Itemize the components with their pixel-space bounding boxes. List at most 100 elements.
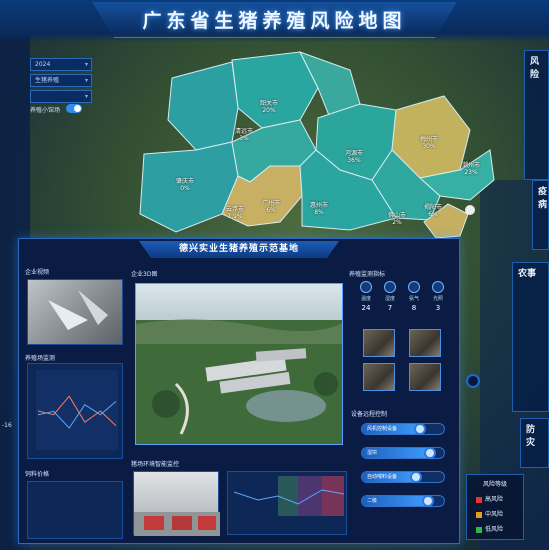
map-label-pct: 3% (239, 135, 249, 142)
map-label-pct: 8% (314, 209, 324, 216)
legend-item-high: 高风险 (476, 494, 523, 503)
panel-risk: 风险 (524, 50, 549, 180)
map-label-zhaoqing[interactable]: 肇庆市 0% (176, 178, 194, 192)
panel-disaster-title: 防灾 (526, 425, 536, 448)
slider-knob[interactable] (422, 495, 435, 507)
type-value: 生猪养殖 (35, 77, 60, 84)
map-label-foshan[interactable]: 佛山市 2% (388, 212, 406, 226)
map-label-qingyuan[interactable]: 清远市 3% (235, 128, 253, 142)
chevron-down-icon: ▾ (84, 77, 88, 84)
map-label-huizhou[interactable]: 惠州市 8% (310, 202, 328, 216)
map-label-shaoguan[interactable]: 韶关市 20% (260, 100, 278, 114)
year-value: 2024 (35, 61, 51, 68)
map-label-name: 韶关市 (260, 100, 279, 107)
locate-icon[interactable] (466, 374, 480, 388)
slider-label: 二级 (367, 498, 378, 504)
map-label-pct: 0% (180, 185, 190, 192)
legend-label: 中风险 (485, 511, 504, 518)
map-label-guangzhou[interactable]: 广州市 6% (262, 200, 280, 214)
legend-swatch (476, 511, 482, 518)
farm-aerial-photo[interactable] (135, 283, 343, 445)
map-label-name: 清远市 (235, 128, 254, 135)
aerial-image (136, 284, 342, 444)
map-label-pct: 20% (262, 107, 276, 114)
trend-chart (36, 370, 118, 450)
map-label-meizhou[interactable]: 梅州市 30% (420, 136, 438, 150)
stat-temp: 温度 24 (355, 281, 377, 312)
legend-item-mid: 中风险 (476, 509, 523, 518)
stat-value: 8 (411, 304, 417, 312)
sales-panel (27, 481, 123, 539)
toggle-label: 养殖小馆场 (30, 107, 61, 114)
type-select[interactable]: 生猪养殖 ▾ (30, 74, 92, 87)
map-label-jieyang[interactable]: 揭阳市 6% (424, 204, 442, 218)
stat-label: 湿度 (384, 296, 395, 302)
price-chart-panel (227, 471, 347, 535)
pig-camera-4[interactable] (409, 363, 441, 391)
slider-label: 风机控制设备 (367, 426, 398, 432)
droplet-icon (384, 281, 396, 293)
section-ctrl: 设备远程控制 (351, 411, 388, 418)
price-chart (233, 476, 345, 516)
barn-image (134, 512, 220, 536)
panel-farming-title: 农事 (518, 269, 537, 279)
map-label-name: 惠州市 (310, 202, 329, 209)
legend-title: 风险等级 (482, 481, 507, 488)
map-label-chaozhou[interactable]: 潮州市 23% (462, 162, 480, 176)
map-label-pct: 30% (422, 143, 436, 150)
stat-ammonia: 氨气 8 (403, 281, 425, 312)
slider-knob[interactable] (424, 447, 436, 459)
panel-disease-title: 疫病 (538, 187, 548, 210)
toggle-knob (74, 105, 81, 112)
device-slider-4[interactable]: 二级 (361, 495, 445, 507)
map-label-pct: 36% (347, 157, 361, 164)
map-label-name: 梅州市 (420, 136, 439, 143)
video-frame (48, 290, 108, 330)
stat-value: 3 (435, 304, 441, 312)
map-label-pct: 6% (266, 207, 276, 214)
map-label-name: 潮州市 (462, 162, 481, 169)
map-label-pct: 2% (392, 219, 402, 226)
map-label-name: 肇庆市 (176, 178, 195, 185)
map-label-name: 云浮市 (226, 206, 245, 213)
map-label-name: 揭阳市 (424, 204, 443, 211)
region-select[interactable]: ▾ (30, 90, 92, 103)
panel-disaster: 防灾 (520, 418, 549, 468)
section-monitor: 猪场环境智能监控 (131, 461, 180, 468)
map-label-pct: 23% (464, 169, 478, 176)
dashboard-title: 德兴实业生猪养殖示范基地 (139, 241, 339, 258)
map-label-name: 河源市 (345, 150, 364, 157)
map-label-heyuan[interactable]: 河源市 36% (345, 150, 363, 164)
device-slider-3[interactable]: 自动喂料设备 (361, 471, 445, 483)
barn-camera[interactable] (133, 471, 220, 536)
farm-toggle[interactable] (66, 104, 82, 113)
map-label-name: 广州市 (262, 200, 281, 207)
device-slider-2[interactable]: 湿帘 (361, 447, 445, 459)
stat-value: 24 (361, 304, 371, 312)
risk-legend: 风险等级 高风险 中风险 低风险 (466, 474, 524, 540)
legend-swatch (476, 496, 482, 503)
stat-value: 7 (387, 304, 393, 312)
section-enterprise-video: 企业视频 (25, 269, 50, 276)
pig-camera-3[interactable] (363, 363, 395, 391)
panel-disease: 疫病 (532, 180, 549, 250)
device-slider-1[interactable]: 风机控制设备 (361, 423, 445, 435)
risk-map-app: 韶关市 20% 清远市 3% 河源市 36% 梅州市 30% 潮州市 23% 肇庆市 0% … (0, 0, 549, 550)
page-title: 广东省生猪养殖风险地图 (142, 10, 407, 32)
chevron-down-icon: ▾ (84, 93, 88, 100)
enterprise-video[interactable] (27, 279, 123, 345)
section-trend: 养殖场监测 (25, 355, 56, 362)
thermometer-icon (360, 281, 372, 293)
stat-light: 光照 3 (427, 281, 449, 312)
pig-camera-2[interactable] (409, 329, 441, 357)
slider-knob[interactable] (409, 471, 422, 483)
chevron-down-icon: ▾ (84, 61, 88, 68)
sun-icon (432, 281, 444, 293)
slider-label: 自动喂料设备 (367, 474, 398, 480)
year-select[interactable]: 2024 ▾ (30, 58, 92, 71)
slider-knob[interactable] (414, 423, 427, 435)
gas-icon (408, 281, 420, 293)
pig-camera-1[interactable] (363, 329, 395, 357)
panel-risk-title: 风险 (530, 57, 540, 80)
map-label-yunfu[interactable]: 云浮市 1.9% (226, 206, 244, 220)
